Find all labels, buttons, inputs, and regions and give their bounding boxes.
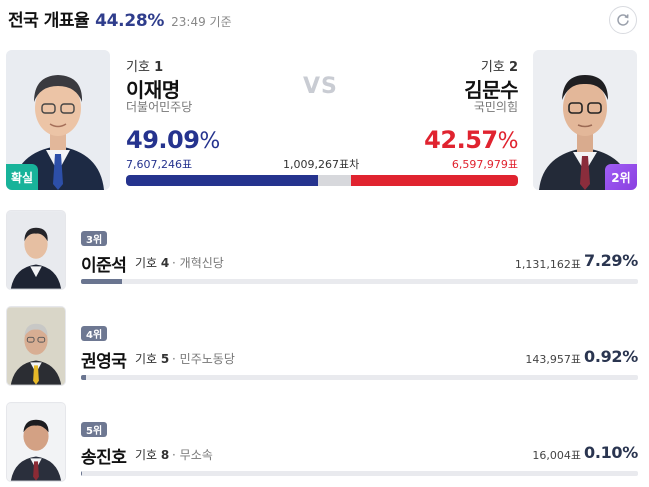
vote-share-bar: [126, 175, 518, 186]
candidate-percent: 7.29%: [583, 251, 638, 270]
candidate-1-party: 더불어민주당: [126, 100, 193, 114]
count-rate: 44.28%: [95, 11, 165, 31]
candidate-name[interactable]: 송진호: [81, 443, 127, 468]
candidate-name[interactable]: 이준석: [81, 251, 127, 276]
share-bar-fill: [81, 375, 87, 380]
share-bar-fill: [81, 471, 82, 476]
candidate-votes: 16,004표: [532, 449, 581, 462]
candidate-2-photo[interactable]: 2위: [533, 50, 637, 190]
candidate-1-percent: 49.09%: [126, 126, 220, 154]
candidate-2-votes: 6,597,979표: [451, 158, 518, 171]
candidate-2-share-bar: [351, 175, 518, 186]
candidate-2-number: 기호 2: [480, 60, 518, 75]
refresh-button[interactable]: [609, 6, 637, 34]
page-title: 전국 개표율: [8, 11, 90, 31]
candidate-8-portrait: [7, 403, 65, 481]
candidate-name[interactable]: 권영국: [81, 347, 127, 372]
others-share-bar: [318, 175, 352, 186]
candidate-number: 기호 4: [135, 256, 170, 270]
share-bar: [81, 471, 638, 476]
candidate-votes: 143,957표: [525, 353, 581, 366]
candidate-1-photo[interactable]: 확실: [6, 50, 110, 190]
share-bar-fill: [81, 279, 122, 284]
candidate-1-number: 기호 1: [126, 60, 164, 75]
rank-badge: 4위: [81, 326, 108, 341]
candidate-4-photo[interactable]: [6, 210, 66, 290]
refresh-icon: [617, 14, 629, 26]
candidate-5-photo[interactable]: [6, 306, 66, 386]
vote-gap: 1,009,267표차: [283, 158, 360, 171]
candidate-4-portrait: [7, 211, 65, 289]
update-time: 23:49 기준: [171, 15, 232, 29]
candidate-5-portrait: [7, 307, 65, 385]
candidate-2-percent: 42.57%: [424, 126, 518, 154]
win-badge: 확실: [6, 164, 38, 190]
share-bar: [81, 375, 638, 380]
candidate-party: · 개혁신당: [172, 256, 224, 270]
share-bar: [81, 279, 638, 284]
candidate-percent: 0.92%: [583, 347, 638, 366]
candidate-1-share-bar: [126, 175, 319, 186]
candidate-8-photo[interactable]: [6, 402, 66, 482]
candidate-2-party: 국민의힘: [473, 100, 518, 114]
candidate-party: · 무소속: [172, 448, 213, 462]
candidate-percent: 0.10%: [583, 443, 638, 462]
candidate-party: · 민주노동당: [172, 352, 235, 366]
rank-badge: 2위: [605, 164, 637, 190]
candidate-1-votes: 7,607,246표: [126, 158, 193, 171]
candidate-number: 기호 5: [135, 352, 170, 366]
rank-badge: 3위: [81, 231, 108, 246]
rank-badge: 5위: [81, 422, 108, 437]
header: 전국 개표율 44.28% 23:49 기준: [8, 6, 232, 34]
candidate-votes: 1,131,162표: [514, 258, 581, 271]
vs-label: VS: [303, 74, 338, 99]
candidate-number: 기호 8: [135, 448, 170, 462]
